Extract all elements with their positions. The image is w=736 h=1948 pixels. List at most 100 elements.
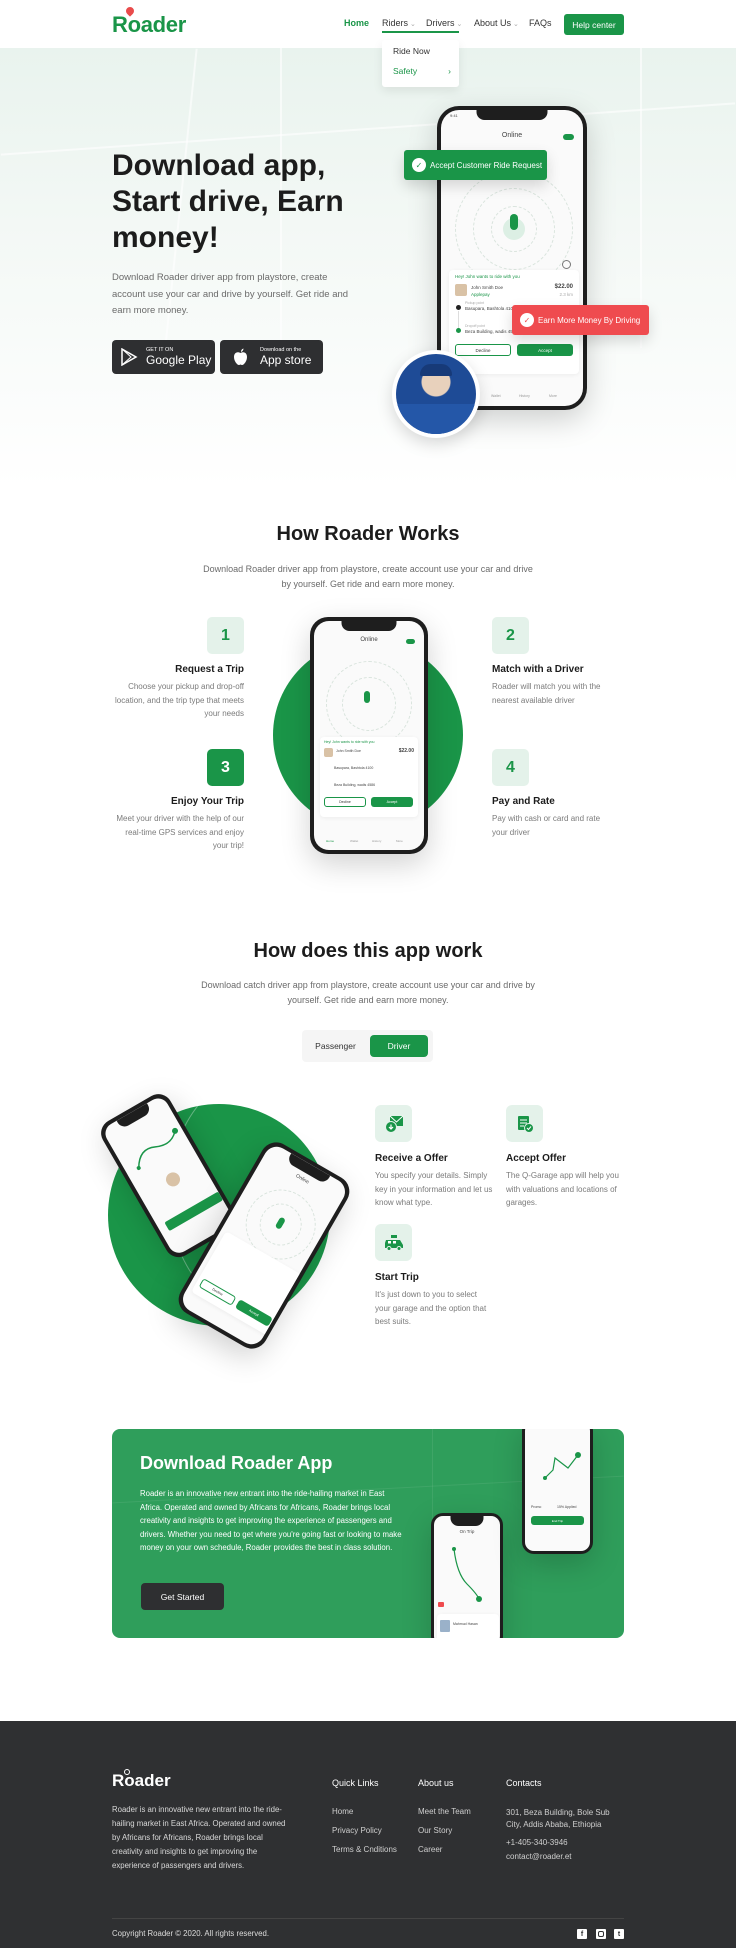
feature-title: Receive a Offer	[375, 1153, 448, 1164]
earn-money-badge: ✓ Earn More Money By Driving	[512, 305, 649, 335]
contacts-heading: Contacts	[506, 1778, 542, 1788]
step-title: Pay and Rate	[492, 796, 555, 807]
accept-button[interactable]: Accept	[234, 1299, 273, 1327]
route-map	[543, 1452, 581, 1480]
phone-notch	[341, 621, 397, 631]
twitter-icon[interactable]: t	[614, 1929, 624, 1939]
payment-method: Promo	[531, 1505, 542, 1509]
footer-link-terms[interactable]: Terms & Cnditions	[332, 1845, 397, 1854]
step-number-2: 2	[492, 617, 529, 654]
instagram-icon[interactable]	[596, 1929, 606, 1939]
about-heading: About us	[418, 1778, 454, 1788]
driver-name: Mahmud Hasan	[453, 1622, 478, 1626]
driver-avatar	[392, 350, 480, 438]
check-circle-icon: ✓	[412, 158, 426, 172]
footer-logo[interactable]: Roader	[112, 1769, 171, 1791]
dropdown-item-ride-now[interactable]: Ride Now	[393, 46, 430, 56]
footer-link-privacy[interactable]: Privacy Policy	[332, 1826, 382, 1835]
nav-label: Home	[344, 18, 370, 28]
nav-about[interactable]: About Us ⌄	[474, 18, 519, 28]
nav-home[interactable]: Home	[344, 18, 369, 28]
step-number-1: 1	[207, 617, 244, 654]
phone-screen: Promo 15% Applied End Trip	[525, 1429, 590, 1551]
accept-button[interactable]: Accept	[517, 344, 573, 356]
tab-home[interactable]: Home	[326, 839, 334, 843]
route-line	[458, 311, 459, 328]
accept-offer-icon-box	[506, 1105, 543, 1142]
footer-link-career[interactable]: Career	[418, 1845, 442, 1854]
nav-faqs[interactable]: FAQs	[529, 18, 552, 28]
pickup-label: Pickup point	[465, 301, 485, 305]
taxi-icon	[384, 1234, 403, 1251]
step-number-3: 3	[207, 749, 244, 786]
dropdown-item-safety[interactable]: Safety ›	[393, 66, 451, 76]
phone-notch	[476, 110, 548, 120]
get-started-button[interactable]: Get Started	[141, 1583, 224, 1610]
location-pin-icon	[124, 1769, 130, 1775]
online-toggle[interactable]	[406, 639, 415, 644]
nav-riders[interactable]: Riders ⌄	[382, 18, 416, 28]
app-work-description: Download catch driver app from playstore…	[201, 980, 535, 1005]
feature-description: The Q-Garage app will help you with valu…	[506, 1171, 619, 1207]
tab-passenger[interactable]: Passenger	[307, 1035, 364, 1057]
step-description: Pay with cash or card and rate your driv…	[492, 814, 601, 837]
logo[interactable]: Roader	[112, 5, 186, 38]
chevron-down-icon: ⌄	[513, 21, 519, 28]
contact-phone[interactable]: +1-405-340-3946	[506, 1838, 568, 1847]
accept-button[interactable]	[164, 1191, 224, 1232]
rider-avatar	[324, 748, 333, 757]
footer-link-story[interactable]: Our Story	[418, 1826, 452, 1835]
nav-label: About Us	[474, 18, 512, 28]
route-map	[136, 1127, 179, 1170]
store-big-text: App store	[260, 353, 312, 367]
feature-title: Accept Offer	[506, 1153, 567, 1164]
nav-drivers[interactable]: Drivers ⌄	[426, 18, 462, 28]
pickup-dot-icon	[456, 305, 461, 310]
step-title: Match with a Driver	[492, 664, 584, 675]
end-trip-button[interactable]: End Trip	[531, 1516, 584, 1525]
accept-button[interactable]: Accept	[371, 797, 413, 807]
locate-icon[interactable]	[562, 260, 571, 269]
step-title: Request a Trip	[175, 664, 244, 675]
badge-text: Earn More Money By Driving	[538, 315, 641, 325]
online-toggle[interactable]	[563, 134, 574, 140]
decline-button[interactable]: Decline	[455, 344, 511, 356]
tab-wallet[interactable]: Wallet	[350, 839, 358, 843]
sos-icon[interactable]	[438, 1602, 444, 1607]
status-time: 9:41	[450, 113, 458, 118]
ride-request-card: Hey! John wants to ride with you John Sm…	[320, 737, 418, 817]
tab-more[interactable]: More	[396, 839, 403, 843]
nav-label: Riders	[382, 18, 409, 28]
tab-more[interactable]: More	[549, 394, 557, 398]
footer-divider	[112, 1918, 624, 1919]
rider-payment: Applepay	[471, 292, 490, 297]
start-trip-icon-box	[375, 1224, 412, 1261]
contact-email[interactable]: contact@roader.et	[506, 1852, 572, 1861]
footer-link-home[interactable]: Home	[332, 1807, 353, 1816]
dropdown-item-label: Safety	[393, 66, 418, 76]
copyright: Copyright Roader © 2020. All rights rese…	[112, 1929, 269, 1938]
jacket	[396, 404, 476, 434]
decline-button[interactable]: Decline	[198, 1278, 237, 1306]
download-banner: Download Roader App Roader is an innovat…	[112, 1429, 624, 1638]
accept-request-badge: ✓ Accept Customer Ride Request	[404, 150, 547, 180]
app-store-button[interactable]: Download on the App store	[220, 340, 323, 374]
footer-link-team[interactable]: Meet the Team	[418, 1807, 471, 1816]
banner-description: Roader is an innovative new entrant into…	[140, 1489, 402, 1552]
dropoff-address: Beza Building, wadis 4586	[334, 783, 376, 787]
car-icon	[510, 214, 518, 230]
how-works-phone-mockup: Online Hey! John wants to ride with you …	[310, 617, 428, 854]
tab-history[interactable]: History	[519, 394, 530, 398]
riders-dropdown-menu: Ride Now Safety ›	[382, 40, 459, 87]
tab-driver[interactable]: Driver	[370, 1035, 428, 1057]
phone-notch	[116, 1103, 152, 1130]
google-play-button[interactable]: GET IT ON Google Play	[112, 340, 215, 374]
tab-history[interactable]: History	[372, 839, 381, 843]
rider-avatar	[455, 284, 467, 296]
facebook-icon[interactable]: f	[577, 1929, 587, 1939]
tab-wallet[interactable]: Wallet	[491, 394, 501, 398]
badge-text: Accept Customer Ride Request	[430, 160, 543, 170]
help-center-button[interactable]: Help center	[564, 14, 624, 35]
rider-name: John Smith Doe	[336, 749, 361, 753]
decline-button[interactable]: Decline	[324, 797, 366, 807]
